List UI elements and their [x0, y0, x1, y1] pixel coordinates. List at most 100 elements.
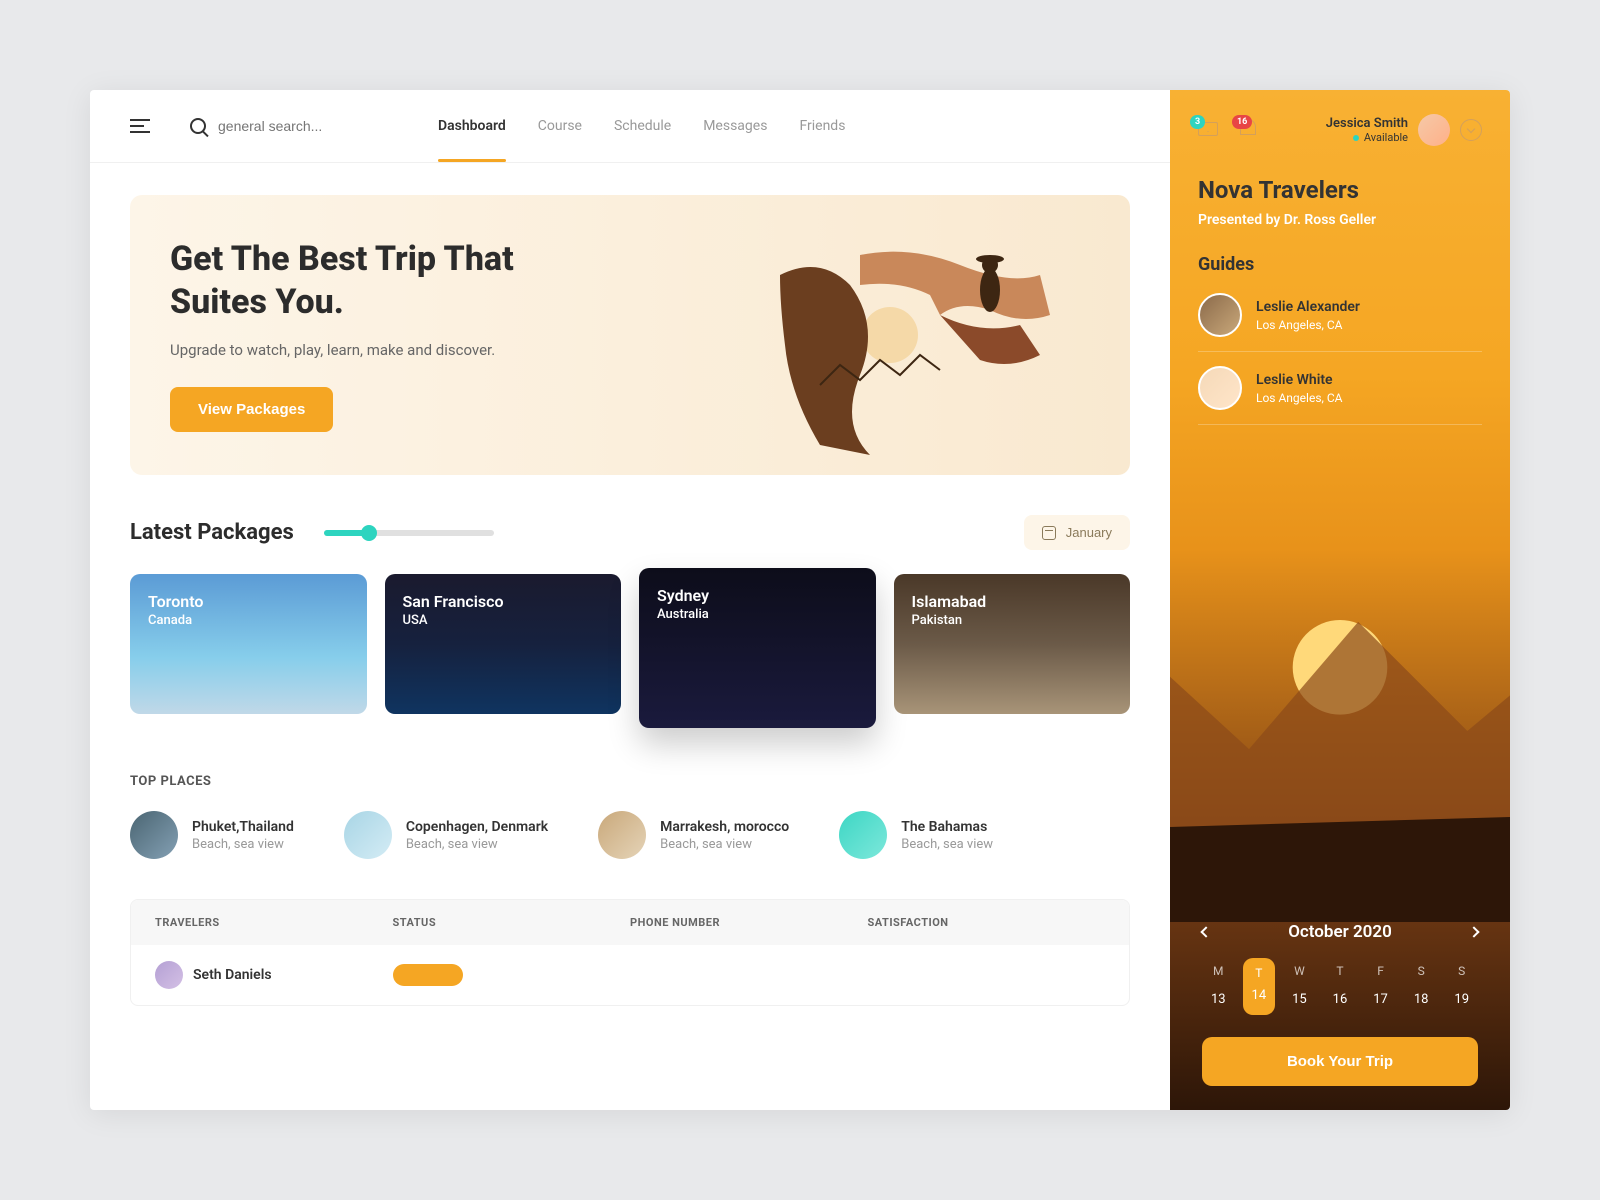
cal-date-active[interactable]: 14 [1243, 984, 1276, 1007]
month-filter-button[interactable]: January [1024, 515, 1130, 550]
hero-title: Get The Best Trip That Suites You. [170, 238, 590, 323]
place-thumbnail [839, 811, 887, 859]
package-country: Australia [657, 607, 858, 622]
cal-date[interactable]: 13 [1202, 984, 1235, 1015]
cal-day-label: T [1324, 958, 1357, 984]
sidebar-title: Nova Travelers [1198, 176, 1482, 204]
cal-day-label: F [1364, 958, 1397, 984]
package-country: Canada [148, 613, 349, 628]
month-filter-label: January [1066, 525, 1112, 540]
cal-day-label: W [1283, 958, 1316, 984]
calendar-month: October 2020 [1288, 922, 1392, 942]
place-copenhagen[interactable]: Copenhagen, Denmark Beach, sea view [344, 811, 548, 859]
place-thumbnail [344, 811, 392, 859]
bell-notification[interactable]: 16 [1240, 119, 1264, 141]
cal-date[interactable]: 17 [1364, 984, 1397, 1015]
nav-dashboard[interactable]: Dashboard [438, 110, 506, 142]
package-city: San Francisco [403, 592, 604, 611]
place-desc: Beach, sea view [406, 837, 548, 852]
cal-date[interactable]: 16 [1324, 984, 1357, 1015]
cal-day-label: M [1202, 958, 1235, 984]
nav-schedule[interactable]: Schedule [614, 110, 671, 142]
guides-heading: Guides [1198, 254, 1482, 275]
packages-slider[interactable] [324, 530, 494, 536]
sidebar: 3 16 Jessica Smith Available Nova Travel… [1170, 90, 1510, 1110]
calendar-widget: October 2020 M13 T14 W15 T16 F17 S18 S19… [1198, 922, 1482, 1086]
cal-day-label: S [1405, 958, 1438, 984]
table-row[interactable]: Seth Daniels [131, 945, 1129, 1005]
package-card-islamabad[interactable]: Islamabad Pakistan [894, 574, 1131, 714]
nav-messages[interactable]: Messages [703, 110, 767, 142]
book-trip-button[interactable]: Book Your Trip [1202, 1037, 1478, 1086]
cal-day-label: T [1243, 962, 1276, 984]
user-name: Jessica Smith [1326, 116, 1408, 131]
package-card-toronto[interactable]: Toronto Canada [130, 574, 367, 714]
bell-badge: 16 [1232, 115, 1252, 129]
package-city: Islamabad [912, 592, 1113, 611]
calendar-prev-icon[interactable] [1200, 926, 1211, 937]
travelers-table: TRAVELERS STATUS PHONE NUMBER SATISFACTI… [130, 899, 1130, 1006]
traveler-avatar [155, 961, 183, 989]
guide-item[interactable]: Leslie Alexander Los Angeles, CA [1198, 293, 1482, 352]
hero-banner: Get The Best Trip That Suites You. Upgra… [130, 195, 1130, 475]
hero-subtitle: Upgrade to watch, play, learn, make and … [170, 341, 590, 359]
cal-date[interactable]: 18 [1405, 984, 1438, 1015]
chevron-down-icon[interactable] [1460, 119, 1482, 141]
package-city: Sydney [657, 586, 858, 605]
package-country: Pakistan [912, 613, 1113, 628]
cal-day-label: S [1445, 958, 1478, 984]
calendar-next-icon[interactable] [1468, 926, 1479, 937]
place-marrakesh[interactable]: Marrakesh, morocco Beach, sea view [598, 811, 789, 859]
place-name: Copenhagen, Denmark [406, 819, 548, 835]
status-badge [393, 964, 463, 986]
guide-name: Leslie Alexander [1256, 299, 1360, 315]
th-phone: PHONE NUMBER [630, 916, 868, 929]
th-satisfaction: SATISFACTION [868, 916, 1106, 929]
package-card-sanfrancisco[interactable]: San Francisco USA [385, 574, 622, 714]
guide-item[interactable]: Leslie White Los Angeles, CA [1198, 366, 1482, 425]
cal-date[interactable]: 15 [1283, 984, 1316, 1015]
place-name: Marrakesh, morocco [660, 819, 789, 835]
guide-avatar [1198, 366, 1242, 410]
place-desc: Beach, sea view [660, 837, 789, 852]
packages-title: Latest Packages [130, 520, 294, 545]
place-name: The Bahamas [901, 819, 993, 835]
view-packages-button[interactable]: View Packages [170, 387, 333, 432]
calendar-icon [1042, 526, 1056, 540]
user-menu[interactable]: Jessica Smith Available [1326, 114, 1482, 146]
nav-course[interactable]: Course [538, 110, 582, 142]
place-thumbnail [598, 811, 646, 859]
user-status: Available [1364, 131, 1408, 144]
mail-badge: 3 [1190, 115, 1205, 129]
place-phuket[interactable]: Phuket,Thailand Beach, sea view [130, 811, 294, 859]
traveler-name: Seth Daniels [193, 967, 272, 983]
nav-friends[interactable]: Friends [799, 110, 845, 142]
sidebar-presenter: Presented by Dr. Ross Geller [1198, 212, 1482, 228]
hero-illustration [760, 195, 1100, 475]
place-name: Phuket,Thailand [192, 819, 294, 835]
package-card-sydney[interactable]: Sydney Australia [639, 568, 876, 728]
package-country: USA [403, 613, 604, 628]
guide-location: Los Angeles, CA [1256, 391, 1342, 405]
place-desc: Beach, sea view [192, 837, 294, 852]
guide-name: Leslie White [1256, 372, 1342, 388]
place-bahamas[interactable]: The Bahamas Beach, sea view [839, 811, 993, 859]
cal-date[interactable]: 19 [1445, 984, 1478, 1015]
package-city: Toronto [148, 592, 349, 611]
mail-notification[interactable]: 3 [1198, 119, 1222, 141]
place-thumbnail [130, 811, 178, 859]
guide-location: Los Angeles, CA [1256, 318, 1360, 332]
search-input[interactable] [218, 118, 378, 134]
th-status: STATUS [393, 916, 631, 929]
user-avatar [1418, 114, 1450, 146]
landscape-illustration [1170, 449, 1510, 922]
topbar: Dashboard Course Schedule Messages Frien… [90, 90, 1170, 163]
top-places-heading: TOP PLACES [130, 774, 1130, 789]
place-desc: Beach, sea view [901, 837, 993, 852]
main-nav: Dashboard Course Schedule Messages Frien… [438, 110, 845, 142]
search-icon[interactable] [190, 118, 206, 134]
status-dot-icon [1353, 135, 1359, 141]
guide-avatar [1198, 293, 1242, 337]
th-travelers: TRAVELERS [155, 916, 393, 929]
hamburger-icon[interactable] [130, 119, 150, 133]
